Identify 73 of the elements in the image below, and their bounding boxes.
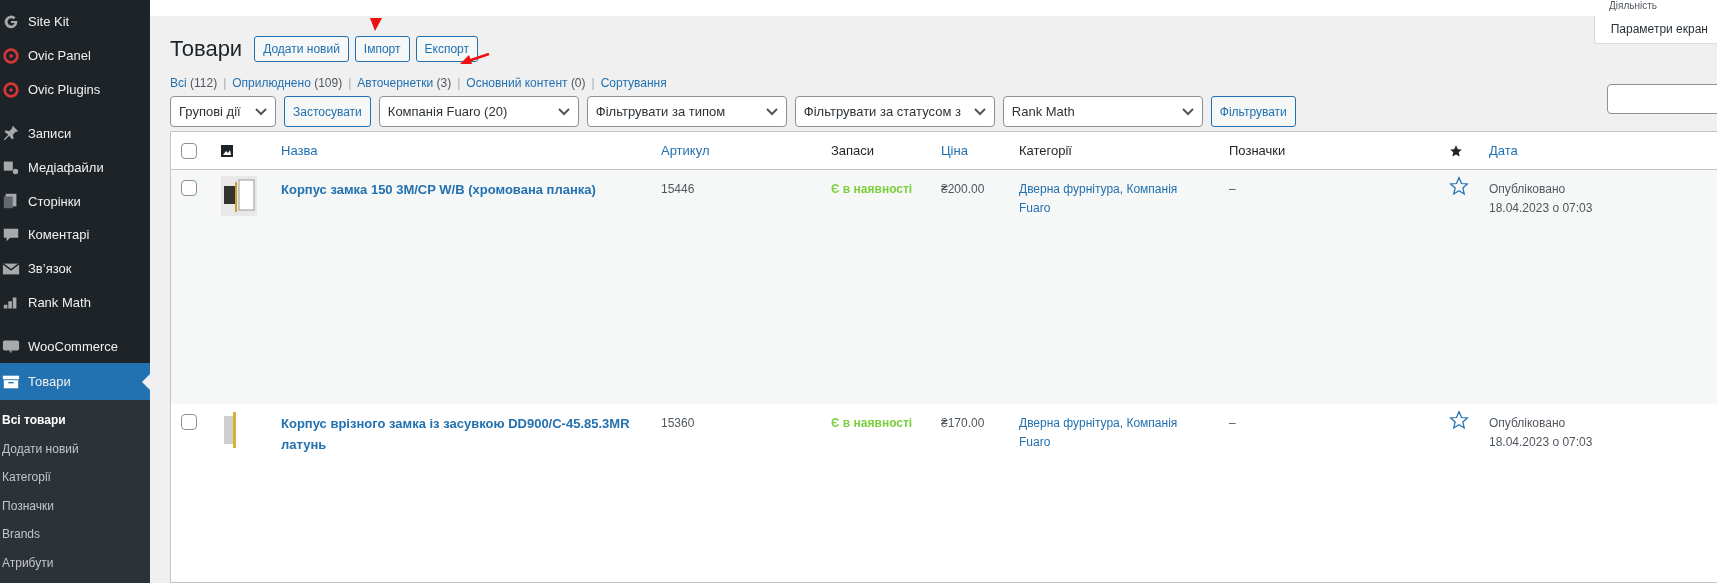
pushpin-icon [2,124,20,143]
product-name-link[interactable]: Корпус замка 150 3M/CP W/B (хромована планка) [281,180,641,201]
search-field[interactable] [1607,84,1717,114]
price-text: ₴200.00 [941,182,985,196]
filter-button[interactable]: Застосувати [284,96,371,127]
sidebar-item[interactable]: Rank Math [0,285,150,320]
image-icon [221,144,233,157]
sidebar-item[interactable]: Коментарі [0,217,150,252]
sidebar-item[interactable]: Зв’язок [0,251,150,286]
status-filter-link[interactable]: Авточернетки (3) [357,76,452,90]
tags-text: – [1229,416,1236,430]
filter-button[interactable]: Фільтрувати [1210,96,1296,127]
status-filter-link[interactable]: Основний контент (0) [466,76,586,90]
chevron-down-icon [1181,107,1194,116]
select-all-checkbox[interactable] [181,142,197,159]
tags-text: – [1229,182,1236,196]
separator-text: | [457,76,461,90]
sidebar-item[interactable]: WooCommerce [0,329,150,364]
star-icon[interactable] [1449,410,1469,430]
filter-dropdown[interactable]: Фільтрувати за статусом з [794,96,995,127]
sidebar-item[interactable]: Медіафайли [0,150,150,185]
page-title: Товари [170,36,243,62]
title-action-button[interactable]: Імпорт [354,36,410,62]
submenu-item[interactable]: Атрибути [0,548,150,577]
status-filter-link[interactable]: Оприлюднено (109) [232,76,343,90]
target-icon [2,46,20,65]
sidebar-item[interactable]: Товари [0,363,150,400]
date-text: 18.04.2023 о 07:03 [1489,201,1593,216]
category-links[interactable]: Дверна фурнітура, Компанія Fuaro [1019,414,1209,453]
separator-text: | [348,76,352,90]
submenu-item[interactable]: Позначки [0,491,150,520]
filter-dropdown[interactable]: Rank Math [1002,96,1203,127]
sidebar-item[interactable]: Site Kit [0,5,150,39]
filter-dropdown[interactable]: Фільтрувати за типом [586,96,787,127]
price-text: ₴170.00 [941,416,985,430]
stock-status-text: Є в наявності [831,182,913,196]
separator-text: | [591,76,595,90]
row-checkbox[interactable] [181,180,197,196]
row-checkbox[interactable] [181,414,197,430]
submenu-item[interactable]: Категорії [0,463,150,492]
submenu-item[interactable]: Додати новий [0,434,150,463]
filter-dropdown[interactable]: Групові дії [170,96,276,127]
submenu-item[interactable]: Brands [0,520,150,549]
submenu-item[interactable]: Всі товари [0,406,150,435]
chevron-down-icon [973,107,986,116]
stock-status-text: Є в наявності [831,416,913,430]
chevron-down-icon [255,107,267,116]
sku-text: 15446 [661,182,695,196]
status-text: Опубліковано [1489,182,1566,196]
category-links[interactable]: Дверна фурнітура, Компанія Fuaro [1019,180,1209,219]
target-icon [2,80,20,99]
sidebar-item[interactable]: Ovic Plugins [0,72,150,107]
status-filter-link[interactable]: Сортування [600,76,667,90]
chevron-down-icon [557,107,570,116]
star-icon [1449,143,1463,158]
status-text: Опубліковано [1489,416,1566,430]
sidebar-item[interactable]: Записи [0,116,150,151]
sku-text: 15360 [661,416,695,430]
title-action-button[interactable]: Додати новий [254,36,349,62]
annotation-arrow-icon [370,18,382,31]
activity-tab-label[interactable]: Діяльність [1609,0,1657,16]
status-filter-link[interactable]: Всі (112) [170,76,218,90]
filter-dropdown[interactable]: Компанія Fuaro (20) [378,96,579,127]
product-name-link[interactable]: Корпус врізного замка із засувкою DD900/C-45.85.3MR латунь [281,414,641,456]
star-icon[interactable] [1449,176,1469,196]
date-text: 18.04.2023 о 07:03 [1489,435,1593,450]
title-action-button[interactable]: Експорт [415,36,478,62]
sidebar-item[interactable]: Ovic Panel [0,38,150,73]
chevron-down-icon [765,107,778,116]
product-photo-placeholder [221,176,257,216]
screen-options-tab[interactable]: Параметри екран [1593,16,1717,44]
separator-text: | [223,76,227,90]
sidebar-item[interactable]: Сторінки [0,184,150,218]
